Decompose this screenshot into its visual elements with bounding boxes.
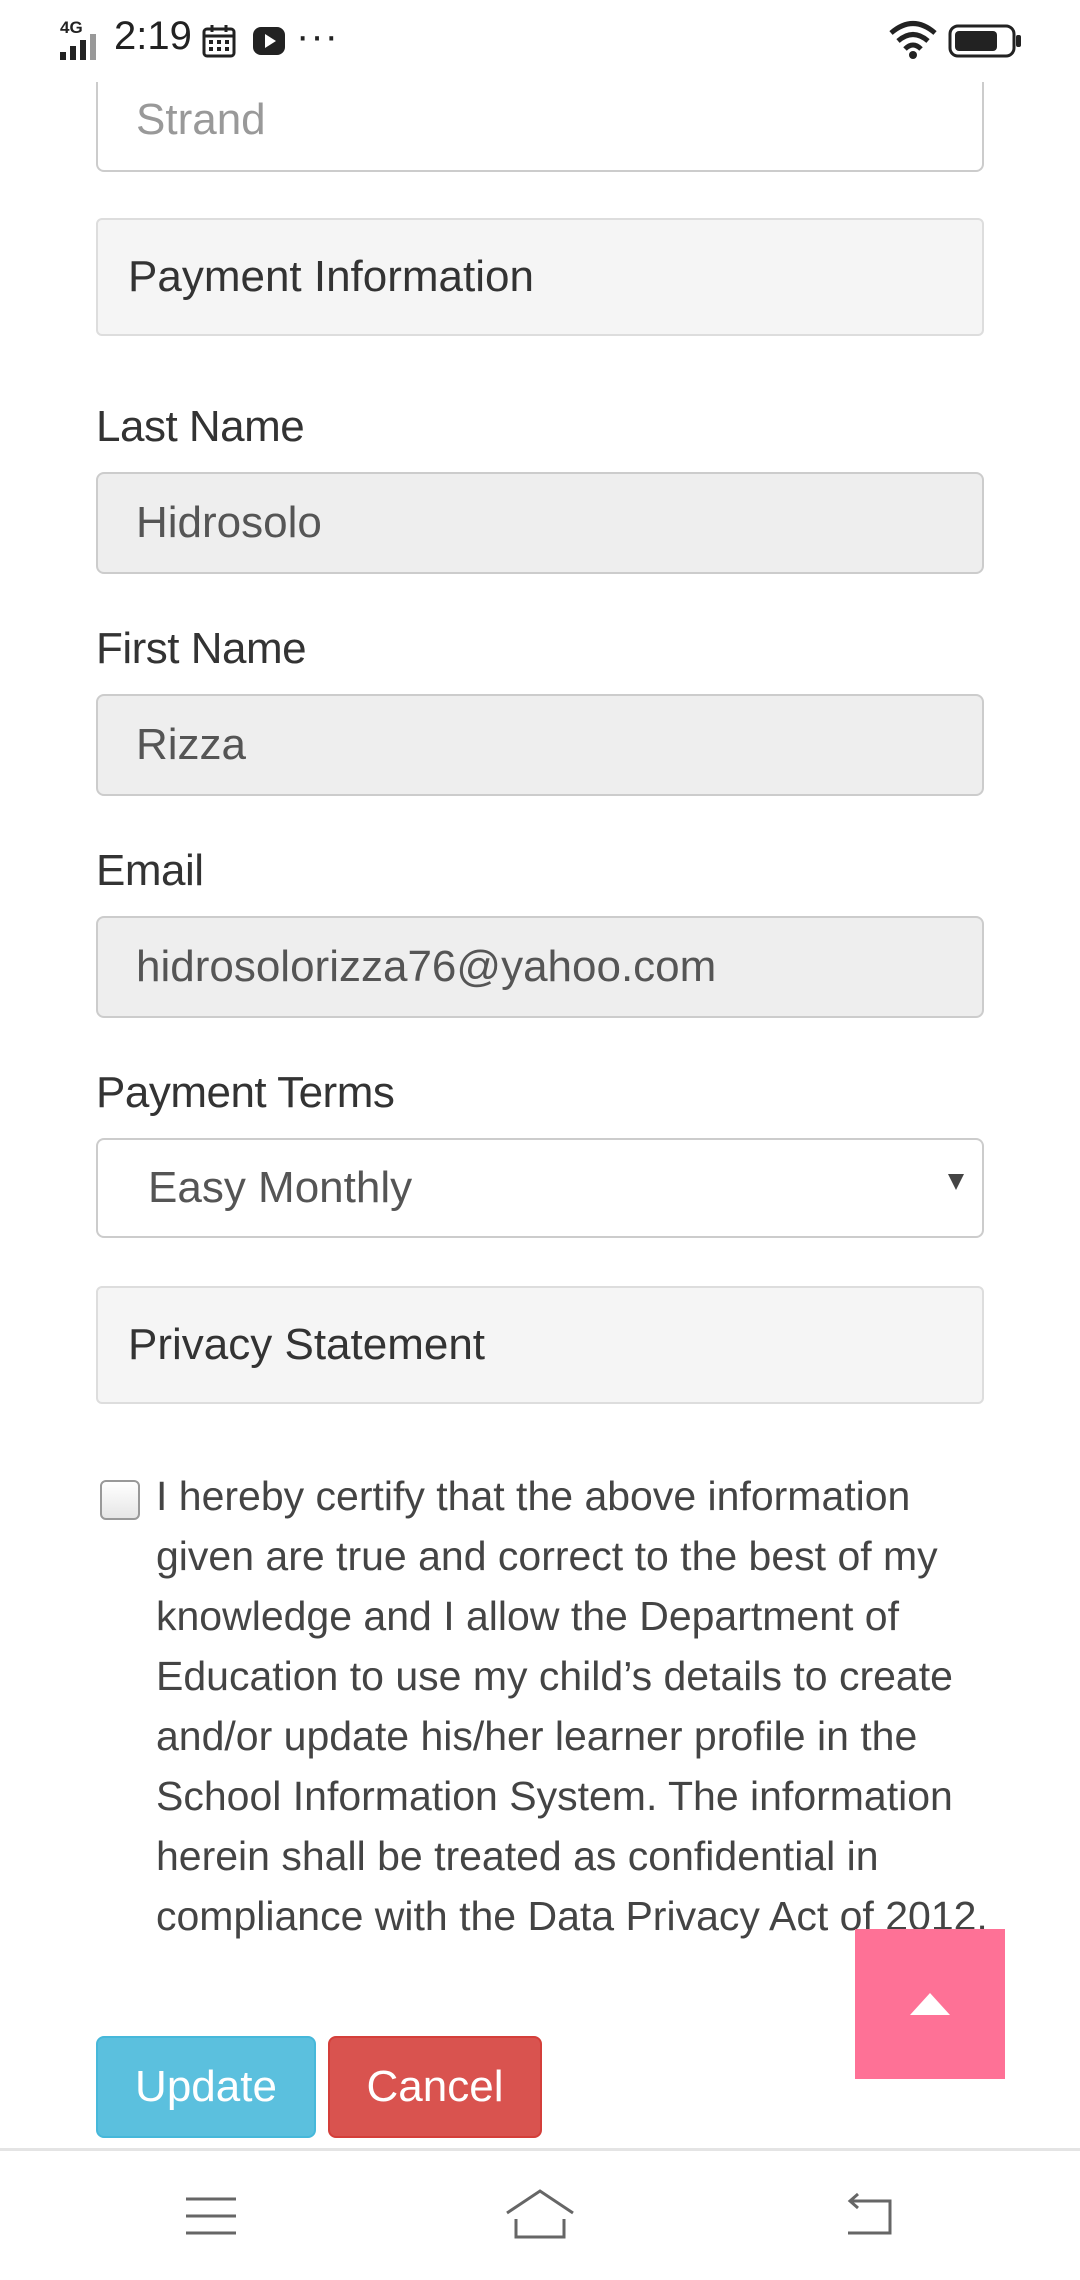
- privacy-statement-heading: Privacy Statement: [96, 1286, 984, 1404]
- cancel-button[interactable]: Cancel: [328, 2036, 542, 2138]
- arrow-up-icon: [910, 1993, 950, 2015]
- first-name-field[interactable]: Rizza: [96, 694, 984, 796]
- certify-statement: I hereby certify that the above informat…: [156, 1473, 988, 1939]
- cancel-button-label: Cancel: [366, 2062, 504, 2111]
- last-name-label: Last Name: [96, 402, 305, 451]
- last-name-field[interactable]: Hidrosolo: [96, 472, 984, 574]
- certify-checkbox[interactable]: [100, 1480, 140, 1520]
- update-button[interactable]: Update: [96, 2036, 316, 2138]
- email-label: Email: [96, 846, 204, 895]
- wifi-icon: [889, 21, 937, 59]
- payment-terms-select[interactable]: Easy Monthly: [96, 1138, 984, 1238]
- youtube-icon: [253, 27, 285, 55]
- status-bar: 4G 2:19 ···: [0, 0, 1080, 82]
- scroll-to-top-button[interactable]: [855, 1929, 1005, 2079]
- privacy-statement-title: Privacy Statement: [128, 1320, 486, 1369]
- clock: 2:19: [114, 14, 192, 58]
- back-icon[interactable]: [842, 2191, 894, 2237]
- signal-icon: 4G: [58, 18, 104, 62]
- battery-icon: [948, 24, 1021, 58]
- email-value: hidrosolorizza76@yahoo.com: [136, 942, 717, 991]
- last-name-value: Hidrosolo: [136, 498, 322, 547]
- email-field[interactable]: hidrosolorizza76@yahoo.com: [96, 916, 984, 1018]
- dropdown-arrow-icon: [948, 1174, 964, 1190]
- navigation-bar: [0, 2148, 1080, 2280]
- update-button-label: Update: [135, 2062, 277, 2111]
- form-content: Strand Payment Information Last Name Hid…: [0, 0, 1080, 2150]
- home-icon[interactable]: [504, 2187, 576, 2241]
- payment-terms-selected: Easy Monthly: [148, 1163, 413, 1212]
- first-name-label: First Name: [96, 624, 307, 673]
- more-notifications-icon: ···: [296, 14, 339, 58]
- payment-terms-label: Payment Terms: [96, 1068, 395, 1117]
- calendar-icon: [202, 25, 236, 58]
- strand-placeholder: Strand: [136, 95, 266, 144]
- strand-field[interactable]: Strand: [96, 70, 984, 172]
- menu-icon[interactable]: [184, 2195, 238, 2237]
- first-name-value: Rizza: [136, 720, 247, 769]
- payment-information-heading: Payment Information: [96, 218, 984, 336]
- payment-information-title: Payment Information: [128, 252, 534, 301]
